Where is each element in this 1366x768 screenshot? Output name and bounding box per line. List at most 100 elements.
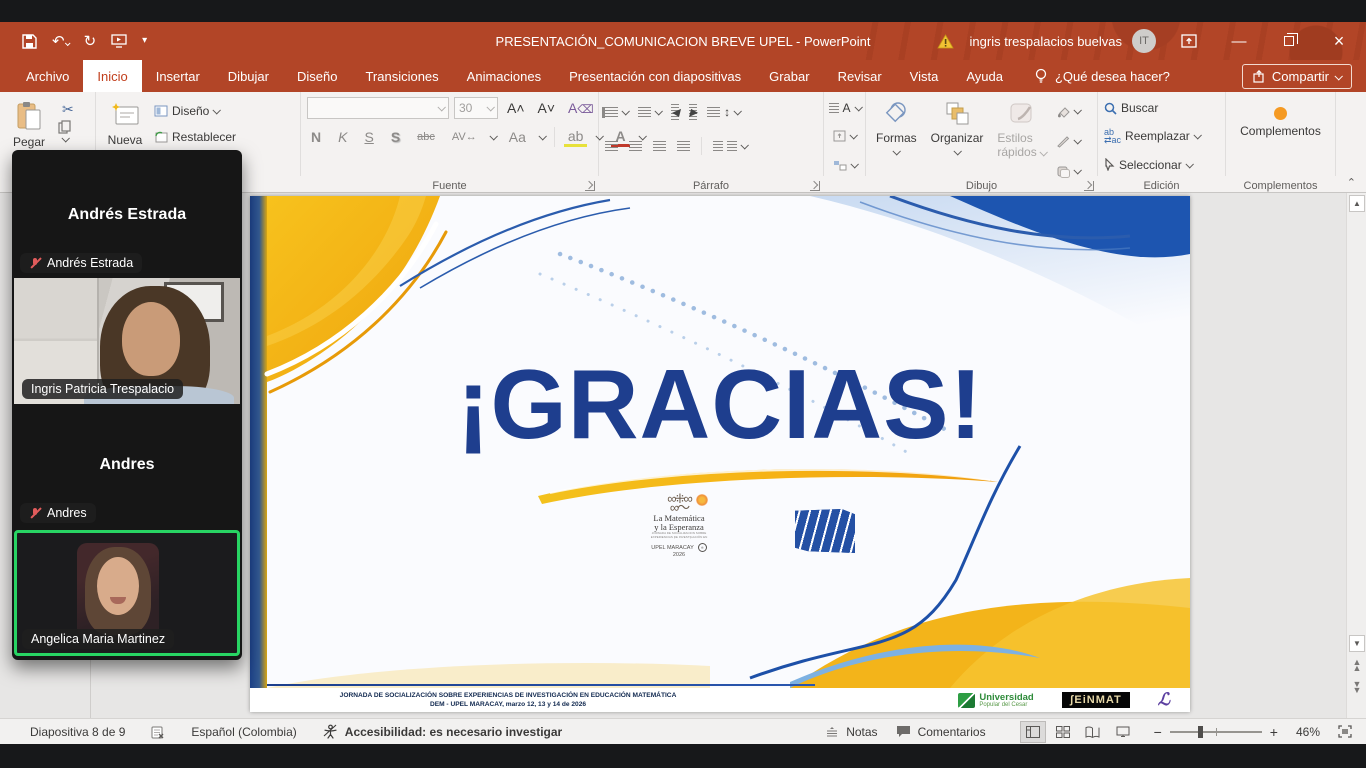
increase-font-icon[interactable]: A˄: [503, 100, 529, 116]
font-size-combo[interactable]: 30: [454, 97, 498, 119]
tab-diseno[interactable]: Diseño: [283, 60, 351, 92]
participant-tile-no-video[interactable]: Andrés Estrada Andrés Estrada: [12, 150, 242, 278]
underline-button[interactable]: S: [360, 129, 377, 145]
comments-button[interactable]: Comentarios: [896, 725, 986, 739]
scroll-down-button[interactable]: ▼: [1349, 635, 1365, 652]
zoom-in-button[interactable]: +: [1270, 724, 1278, 740]
tab-transiciones[interactable]: Transiciones: [351, 60, 452, 92]
previous-slide-button[interactable]: ▲▲: [1350, 659, 1364, 671]
clear-format-icon[interactable]: A⌫: [564, 100, 598, 116]
avatar[interactable]: IT: [1132, 29, 1156, 53]
change-case-button[interactable]: Aa: [505, 129, 530, 145]
tab-archivo[interactable]: Archivo: [12, 60, 83, 92]
redo-icon[interactable]: ↻: [84, 34, 97, 49]
zoom-slider[interactable]: [1170, 731, 1262, 733]
bold-button[interactable]: N: [307, 129, 325, 145]
replace-button[interactable]: ab⇄ac Reemplazar: [1104, 125, 1200, 147]
align-left-icon[interactable]: [605, 141, 618, 152]
shape-outline-button[interactable]: [1056, 129, 1080, 153]
restore-button[interactable]: [1272, 24, 1306, 58]
scroll-up-button[interactable]: ▲: [1349, 195, 1365, 212]
slide-layout-button[interactable]: Diseño: [154, 99, 236, 123]
tab-grabar[interactable]: Grabar: [755, 60, 823, 92]
meeting-panel[interactable]: Andrés Estrada Andrés Estrada Ingris Pat…: [12, 150, 242, 660]
zoom-slider-thumb[interactable]: [1198, 726, 1203, 738]
text-direction-button[interactable]: A: [829, 97, 861, 119]
zoom-out-button[interactable]: −: [1154, 724, 1162, 740]
decrease-font-icon[interactable]: A˅: [534, 100, 560, 116]
reading-view-button[interactable]: [1080, 721, 1106, 743]
tab-animaciones[interactable]: Animaciones: [453, 60, 555, 92]
tab-insertar[interactable]: Insertar: [142, 60, 214, 92]
convert-smartart-button[interactable]: [833, 154, 857, 176]
highlight-color-button[interactable]: ab: [564, 128, 588, 147]
slide-canvas[interactable]: ¡GRACIAS! ∞⁜∞∞〜 La Matemáticay la Espera…: [250, 196, 1190, 712]
minimize-button[interactable]: —: [1222, 24, 1256, 58]
numbering-button[interactable]: [638, 100, 661, 124]
participant-video[interactable]: Ingris Patricia Trespalacio: [14, 278, 240, 404]
arrange-button[interactable]: Organizar: [927, 97, 988, 159]
align-center-icon[interactable]: [629, 141, 642, 152]
tab-revisar[interactable]: Revisar: [824, 60, 896, 92]
paragraph-dialog-launcher-icon[interactable]: [810, 181, 820, 191]
fit-to-window-button[interactable]: [1338, 725, 1352, 738]
select-button[interactable]: Seleccionar: [1104, 154, 1192, 176]
new-slide-button[interactable]: Nueva: [102, 97, 148, 151]
addins-button[interactable]: Complementos: [1236, 97, 1325, 142]
tab-dibujar[interactable]: Dibujar: [214, 60, 283, 92]
save-icon[interactable]: [22, 34, 37, 49]
slide-sorter-view-button[interactable]: [1050, 721, 1076, 743]
align-right-icon[interactable]: [653, 141, 666, 152]
tab-presentacion[interactable]: Presentación con diapositivas: [555, 60, 755, 92]
reset-slide-button[interactable]: Restablecer: [154, 125, 236, 149]
paste-options-chevron-icon[interactable]: [61, 134, 69, 142]
bullets-button[interactable]: [605, 100, 628, 124]
next-slide-button[interactable]: ▼▼: [1350, 681, 1364, 693]
zoom-percentage[interactable]: 46%: [1296, 725, 1320, 739]
tab-vista[interactable]: Vista: [896, 60, 953, 92]
shape-fill-button[interactable]: [1056, 99, 1080, 123]
slideshow-view-button[interactable]: [1110, 721, 1136, 743]
tab-inicio[interactable]: Inicio: [83, 60, 141, 92]
font-name-combo[interactable]: [307, 97, 449, 119]
autosave-warning-icon[interactable]: [937, 34, 954, 49]
participant-tile-no-video[interactable]: Andres Andres: [12, 404, 242, 528]
collapse-ribbon-icon[interactable]: ⌃: [1347, 176, 1356, 189]
notes-button[interactable]: Notas: [825, 725, 877, 739]
columns-button[interactable]: [713, 134, 747, 158]
spellcheck-icon[interactable]: [151, 725, 165, 739]
line-spacing-button[interactable]: ↕: [707, 100, 740, 124]
quick-styles-button[interactable]: Estilosrápidos: [993, 97, 1050, 163]
accessibility-status[interactable]: Accesibilidad: es necesario investigar: [323, 724, 562, 739]
qat-customize-icon[interactable]: ▾: [142, 36, 147, 46]
char-spacing-button[interactable]: AV↔: [448, 131, 481, 143]
text-shadow-button[interactable]: S: [387, 129, 404, 145]
undo-icon[interactable]: ↶: [52, 34, 69, 49]
normal-view-button[interactable]: [1020, 721, 1046, 743]
italic-button[interactable]: K: [334, 129, 351, 145]
start-presentation-icon[interactable]: [111, 34, 127, 48]
slide-scrollbar[interactable]: ▲ ▼ ▲▲ ▼▼: [1346, 193, 1366, 718]
copy-icon[interactable]: [58, 120, 78, 134]
language-indicator[interactable]: Español (Colombia): [191, 725, 296, 739]
drawing-dialog-launcher-icon[interactable]: [1084, 181, 1094, 191]
tab-ayuda[interactable]: Ayuda: [952, 60, 1017, 92]
strikethrough-button[interactable]: abc: [413, 131, 439, 143]
cut-icon[interactable]: ✂: [58, 101, 78, 118]
slide-number-indicator[interactable]: Diapositiva 8 de 9: [30, 725, 125, 739]
ribbon-display-options-button[interactable]: [1172, 24, 1206, 58]
slide-title[interactable]: ¡GRACIAS!: [250, 348, 1190, 461]
decrease-indent-icon[interactable]: ◂: [671, 102, 679, 122]
share-button[interactable]: Compartir: [1242, 64, 1352, 89]
tell-me-search[interactable]: ¿Qué desea hacer?: [1035, 60, 1170, 92]
paste-button[interactable]: Pegar: [6, 97, 52, 153]
find-button[interactable]: Buscar: [1104, 97, 1158, 119]
close-button[interactable]: ×: [1322, 24, 1356, 58]
increase-indent-icon[interactable]: ▸: [689, 102, 697, 122]
shapes-button[interactable]: Formas: [872, 97, 921, 159]
active-speaker-video[interactable]: Angelica Maria Martinez: [14, 530, 240, 656]
account-area[interactable]: ingris trespalacios buelvas IT: [970, 29, 1156, 53]
font-dialog-launcher-icon[interactable]: [585, 181, 595, 191]
justify-icon[interactable]: [677, 141, 690, 152]
align-text-button[interactable]: [833, 125, 856, 147]
